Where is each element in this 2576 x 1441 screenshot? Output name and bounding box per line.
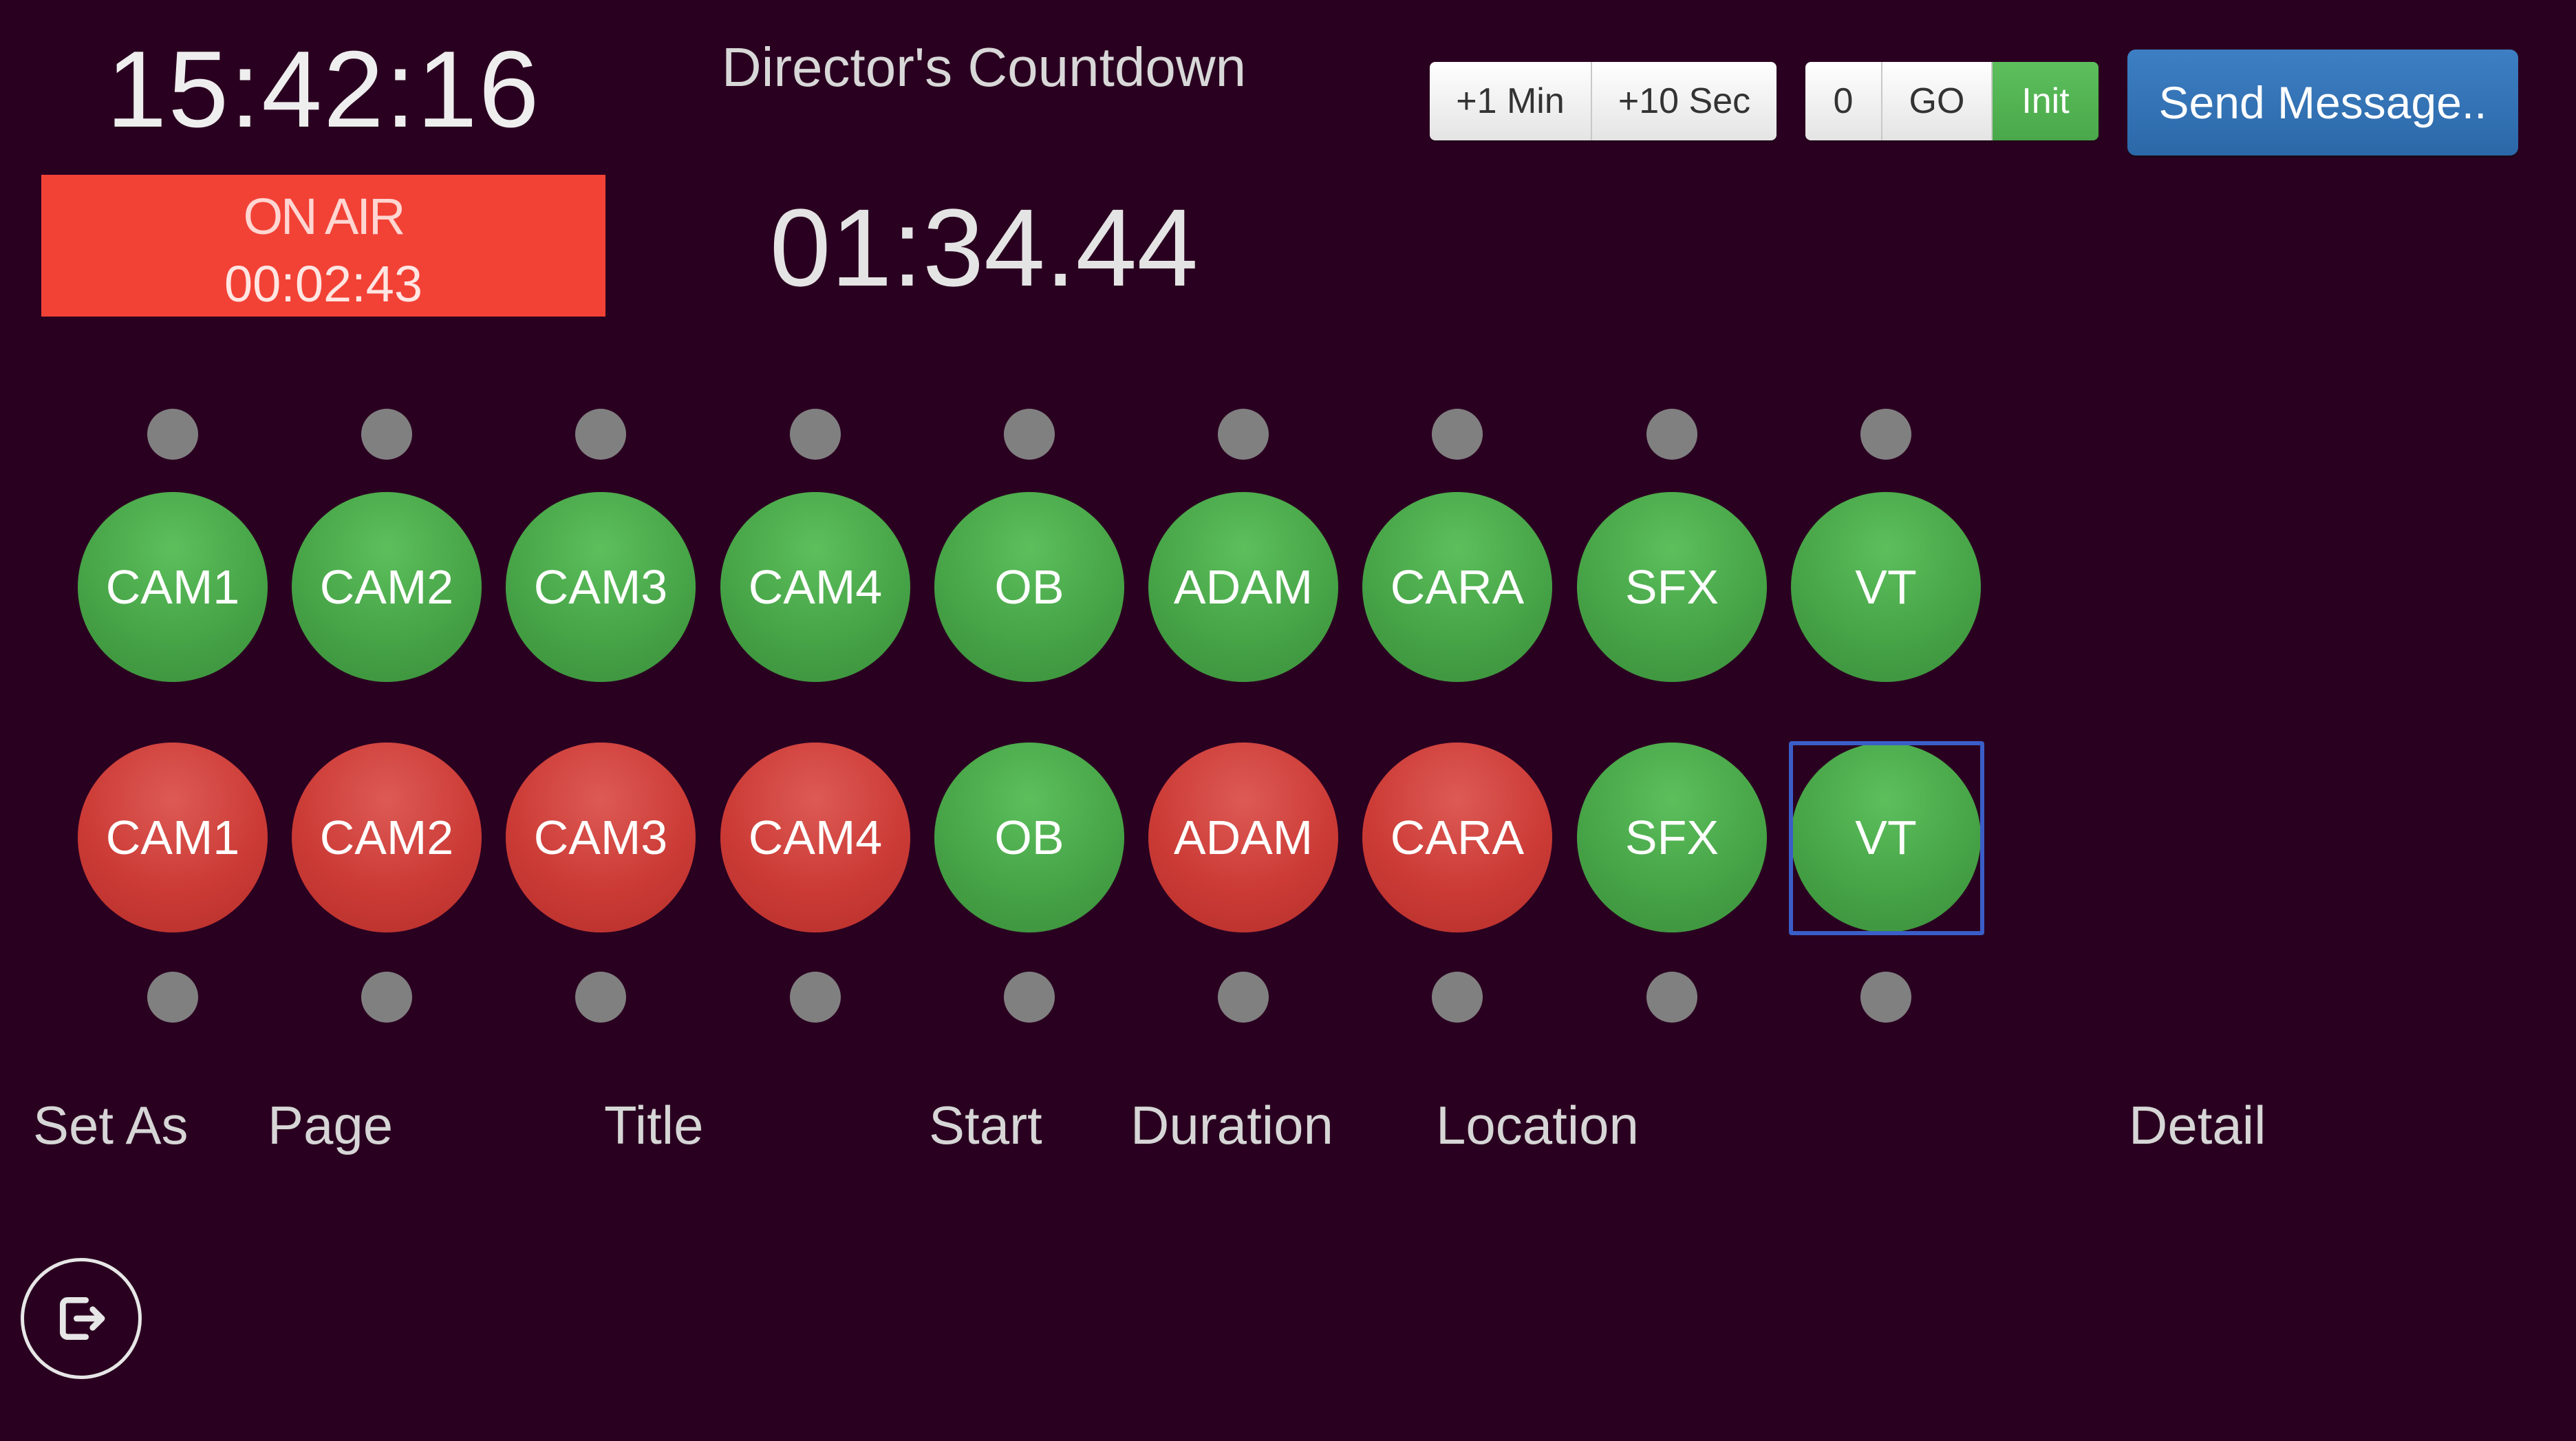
countdown-timer: 01:34.44 [769,186,1199,309]
logout-icon [60,1297,105,1340]
source-button-top-cara[interactable]: CARA [1362,492,1552,682]
source-button-bottom-cam1[interactable]: CAM1 [78,743,268,932]
on-air-elapsed: 00:02:43 [224,255,423,312]
source-button-top-vt[interactable]: VT [1791,492,1981,682]
selected-source-frame [1789,741,1984,935]
source-button-bottom-adam[interactable]: ADAM [1148,743,1338,932]
column-header-title: Title [604,1095,704,1155]
on-air-indicator: ON AIR 00:02:43 [41,175,605,317]
column-header-detail: Detail [2129,1095,2266,1155]
tally-dot-bottom-sfx [1646,972,1697,1023]
go-button[interactable]: GO [1882,62,1993,140]
time-adjust-group: +1 Min +10 Sec [1430,62,1777,140]
source-button-bottom-cam4[interactable]: CAM4 [720,743,910,932]
source-button-top-ob[interactable]: OB [934,492,1124,682]
tally-dot-bottom-cara [1432,972,1483,1023]
source-button-top-cam1[interactable]: CAM1 [78,492,268,682]
source-button-top-cam3[interactable]: CAM3 [506,492,696,682]
tally-dot-top-adam [1218,409,1269,460]
source-button-bottom-cam2[interactable]: CAM2 [292,743,482,932]
source-button-top-sfx[interactable]: SFX [1577,492,1767,682]
source-button-top-cam2[interactable]: CAM2 [292,492,482,682]
source-button-bottom-ob[interactable]: OB [934,743,1124,932]
column-header-location: Location [1436,1095,1639,1155]
tally-dot-top-ob [1004,409,1055,460]
init-button[interactable]: Init [1993,62,2099,140]
tally-dot-top-cam1 [147,409,198,460]
tally-dot-top-sfx [1646,409,1697,460]
add-ten-seconds-button[interactable]: +10 Sec [1592,62,1777,140]
column-header-page: Page [268,1095,394,1155]
tally-dot-top-vt [1860,409,1911,460]
add-minute-button[interactable]: +1 Min [1430,62,1592,140]
tally-dot-bottom-adam [1218,972,1269,1023]
reset-zero-button[interactable]: 0 [1805,62,1882,140]
column-header-set-as: Set As [33,1095,189,1155]
tally-dot-top-cam3 [575,409,626,460]
source-button-top-adam[interactable]: ADAM [1148,492,1338,682]
countdown-control-group: 0 GO Init [1805,62,2099,140]
tally-dot-bottom-cam4 [790,972,841,1023]
tally-dot-bottom-ob [1004,972,1055,1023]
tally-dot-bottom-cam1 [147,972,198,1023]
page-title: Director's Countdown [721,36,1247,98]
tally-dot-top-cara [1432,409,1483,460]
column-header-duration: Duration [1130,1095,1333,1155]
tally-dot-top-cam2 [361,409,412,460]
column-header-start: Start [929,1095,1042,1155]
logout-button[interactable] [21,1258,142,1379]
source-button-bottom-sfx[interactable]: SFX [1577,743,1767,932]
tally-dot-top-cam4 [790,409,841,460]
on-air-label: ON AIR [243,188,406,245]
source-button-bottom-cam3[interactable]: CAM3 [506,743,696,932]
source-button-bottom-cara[interactable]: CARA [1362,743,1552,932]
source-button-top-cam4[interactable]: CAM4 [720,492,910,682]
tally-dot-bottom-cam3 [575,972,626,1023]
tally-dot-bottom-cam2 [361,972,412,1023]
clock: 15:42:16 [106,29,541,150]
send-message-button[interactable]: Send Message.. [2127,50,2518,156]
tally-dot-bottom-vt [1860,972,1911,1023]
